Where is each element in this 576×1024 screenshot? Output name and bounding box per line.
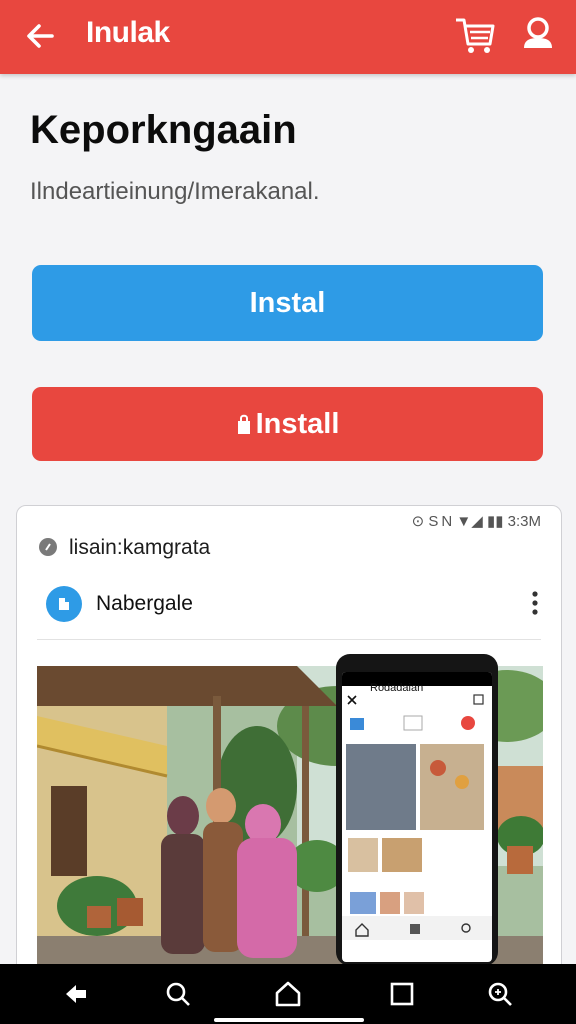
shopping-bag-icon bbox=[237, 414, 250, 434]
install-primary-button[interactable]: Instal bbox=[32, 265, 543, 341]
navigation-bar bbox=[0, 964, 576, 1024]
user-icon[interactable] bbox=[520, 14, 556, 54]
install-primary-label: Instal bbox=[249, 286, 326, 319]
status-bar-text: ⊙ S N ▼◢ ▮▮ 3:3M bbox=[411, 513, 541, 530]
search-icon[interactable] bbox=[164, 980, 192, 1008]
brand-name: Nabergale bbox=[96, 592, 193, 615]
zoom-icon[interactable] bbox=[486, 980, 514, 1008]
app-bar: Inulak bbox=[0, 0, 576, 74]
gesture-pill bbox=[214, 1018, 364, 1022]
more-vertical-icon[interactable] bbox=[531, 590, 539, 616]
phone-screen: Rodadaian bbox=[342, 672, 492, 962]
arrow-left-icon[interactable] bbox=[22, 18, 58, 54]
install-secondary-button[interactable]: Install bbox=[32, 387, 543, 461]
page-subtitle: Ilndeartieinung/Imerakanal. bbox=[30, 178, 320, 205]
divider bbox=[37, 639, 541, 640]
phone-title: Rodadaian bbox=[370, 682, 424, 694]
back-icon[interactable] bbox=[62, 980, 90, 1008]
shopping-cart-icon[interactable] bbox=[452, 14, 496, 56]
app-title: Inulak bbox=[86, 16, 170, 49]
phone-mockup: Rodadaian bbox=[336, 654, 498, 966]
card-title: lisain:kamgrata bbox=[69, 536, 211, 559]
home-icon[interactable] bbox=[274, 980, 302, 1008]
page-title: Keporkngaain bbox=[30, 108, 297, 152]
phone-screen-content bbox=[342, 672, 492, 940]
brand-logo bbox=[46, 586, 82, 622]
recents-icon[interactable] bbox=[388, 980, 416, 1008]
info-icon bbox=[39, 538, 57, 556]
install-secondary-label: Install bbox=[255, 407, 340, 440]
brand-logo-icon bbox=[59, 598, 69, 610]
